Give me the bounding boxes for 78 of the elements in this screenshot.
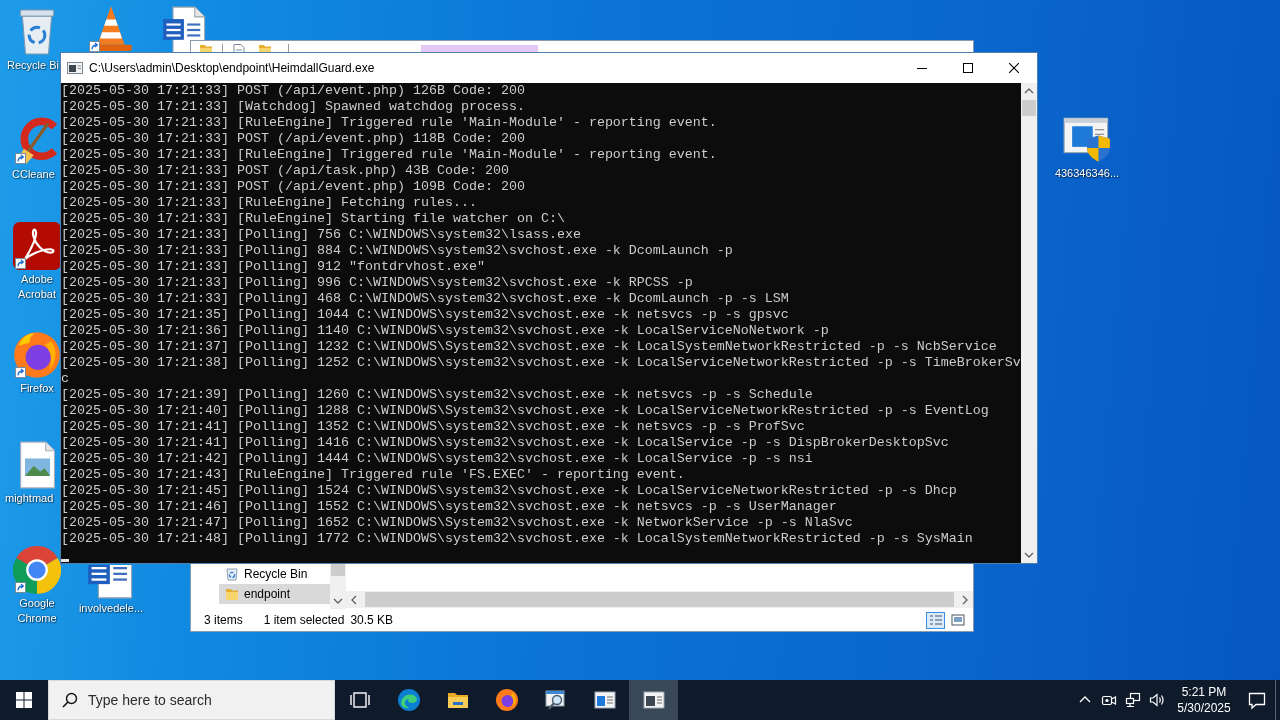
browser-icon[interactable]	[396, 688, 421, 712]
nav-item[interactable]: endpoint	[219, 584, 330, 604]
folder-icon	[225, 587, 239, 601]
console-line: [2025-05-30 17:21:38] [Polling] 1252 C:\WINDOWS\system32\svchost.exe -k LocalServiceNetworkRestricted -p -s TimeBrokerSv	[61, 355, 1021, 371]
console-line: [2025-05-30 17:21:33] POST (/api/event.php) 126B Code: 200	[61, 83, 525, 99]
desktop-icon-label[interactable]: mightmad	[5, 491, 54, 506]
console-line: [2025-05-30 17:21:45] [Polling] 1524 C:\WINDOWS\system32\svchost.exe -k LocalServiceNetworkRestricted -p -s Dhcp	[61, 483, 957, 499]
console-line: [2025-05-30 17:21:33] [RuleEngine] Fetching rules...	[61, 195, 477, 211]
desktop-icon-label[interactable]: 436346346...	[1054, 166, 1120, 181]
cursor-icon	[61, 559, 69, 562]
browser-icon[interactable]	[13, 331, 61, 379]
close-icon	[1009, 63, 1019, 73]
status-size: 30.5 KB	[350, 613, 394, 627]
console-line: [2025-05-30 17:21:33] [RuleEngine] Triggered rule 'Main-Module' - reporting event.	[61, 115, 717, 131]
console-line: [2025-05-30 17:21:33] [Polling] 912 "fontdrvhost.exe"	[61, 259, 485, 275]
scrollbar-thumb[interactable]	[365, 592, 954, 607]
horizontal-scrollbar[interactable]	[346, 591, 973, 608]
console-line: [2025-05-30 17:21:42] [Polling] 1444 C:\WINDOWS\system32\svchost.exe -k LocalService -p -s nsi	[61, 451, 813, 467]
console-window-icon[interactable]	[641, 688, 666, 712]
scrollbar-thumb[interactable]	[331, 564, 345, 576]
console-line: [2025-05-30 17:21:35] [Polling] 1044 C:\WINDOWS\system32\svchost.exe -k netsvcs -p -s gpsvc	[61, 307, 789, 323]
vertical-scrollbar[interactable]	[330, 564, 346, 609]
clock-time[interactable]: 5:21 PM	[1181, 684, 1227, 700]
magnifier-window-icon[interactable]	[543, 688, 568, 712]
search-input[interactable]: Type here to search	[88, 692, 328, 708]
windows-logo-icon	[16, 692, 32, 708]
console-line: [2025-05-30 17:21:33] [Polling] 756 C:\WINDOWS\system32\lsass.exe	[61, 227, 581, 243]
console-line: [2025-05-30 17:21:37] [Polling] 1232 C:\WINDOWS\System32\svchost.exe -k LocalSystemNetworkRestricted -p -s NcbService	[61, 339, 997, 355]
taskbar-app-button[interactable]	[629, 680, 678, 720]
notification-icon[interactable]	[1247, 690, 1267, 710]
network-icon[interactable]	[1125, 692, 1141, 708]
console-line: [2025-05-30 17:21:36] [Polling] 1140 C:\WINDOWS\system32\svchost.exe -k LocalServiceNoNetwork -p	[61, 323, 829, 339]
view-button[interactable]	[948, 611, 967, 629]
desktop-icon-label[interactable]: Firefox	[20, 381, 54, 396]
console-line: c	[61, 371, 69, 387]
nav-item[interactable]: Recycle Bin	[219, 564, 330, 584]
console-line: [2025-05-30 17:21:41] [Polling] 1416 C:\WINDOWS\system32\svchost.exe -k LocalService -p -s DispBrokerDesktopSvc	[61, 435, 949, 451]
status-selection: 1 item selected	[263, 613, 345, 627]
console-line: [2025-05-30 17:21:33] [Polling] 468 C:\WINDOWS\system32\svchost.exe -k DcomLaunch -p -s LSM	[61, 291, 789, 307]
browser-icon[interactable]	[494, 688, 519, 712]
desktop-icon-label[interactable]: Recycle Bi	[7, 58, 59, 73]
desktop-icon-label[interactable]: Google Chrome	[17, 596, 57, 626]
console-line: [2025-05-30 17:21:33] POST (/api/event.php) 109B Code: 200	[61, 179, 525, 195]
console-line: [2025-05-30 17:21:33] POST (/api/task.php) 43B Code: 200	[61, 163, 509, 179]
console-line: [2025-05-30 17:21:39] [Polling] 1260 C:\WINDOWS\system32\svchost.exe -k netsvcs -p -s Schedule	[61, 387, 813, 403]
window-icon[interactable]	[592, 688, 617, 712]
large-icons-view-icon	[950, 614, 965, 626]
view-button[interactable]	[926, 611, 945, 629]
desktop-icon-label[interactable]: involvedele...	[78, 601, 144, 616]
console-line: [2025-05-30 17:21:33] POST (/api/event.php) 118B Code: 200	[61, 131, 525, 147]
desktop-icon-label[interactable]: CCleane	[12, 167, 55, 182]
recycle-bin-icon	[225, 567, 239, 581]
console-line: [2025-05-30 17:21:33] [RuleEngine] Starting file watcher on C:\	[61, 211, 565, 227]
console-line: [2025-05-30 17:21:46] [Polling] 1552 C:\WINDOWS\system32\svchost.exe -k netsvcs -p -s UserManager	[61, 499, 837, 515]
search-icon	[62, 692, 78, 708]
desktop-icon-label[interactable]: Adobe Acrobat	[18, 272, 56, 302]
details-list-icon	[928, 614, 943, 626]
console-line: [2025-05-30 17:21:33] [Polling] 996 C:\WINDOWS\system32\svchost.exe -k RPCSS -p	[61, 275, 693, 291]
status-item-count: 3 items	[204, 613, 243, 627]
console-line: [2025-05-30 17:21:33] [RuleEngine] Triggered rule 'Main-Module' - reporting event.	[61, 147, 717, 163]
console-line: [2025-05-30 17:21:47] [Polling] 1652 C:\WINDOWS\System32\svchost.exe -k NetworkService -p -s NlaSvc	[61, 515, 853, 531]
volume-icon[interactable]	[1149, 692, 1165, 708]
console-icon	[67, 60, 83, 76]
window-title: C:\Users\admin\Desktop\endpoint\HeimdallGuard.exe	[89, 61, 375, 75]
browser-icon[interactable]	[13, 546, 61, 594]
vertical-scrollbar[interactable]	[1021, 83, 1037, 563]
search-field[interactable]: Type here to search	[48, 680, 335, 720]
console-line: [2025-05-30 17:21:33] [Polling] 884 C:\WINDOWS\system32\svchost.exe -k DcomLaunch -p	[61, 243, 733, 259]
console-line: [2025-05-30 17:21:40] [Polling] 1288 C:\WINDOWS\System32\svchost.exe -k LocalServiceNetworkRestricted -p -s EventLog	[61, 403, 989, 419]
console-line: [2025-05-30 17:21:33] [Watchdog] Spawned watchdog process.	[61, 99, 525, 115]
pdf-icon[interactable]	[13, 222, 61, 270]
shield-window-icon[interactable]	[1063, 116, 1111, 164]
console-line: [2025-05-30 17:21:48] [Polling] 1772 C:\WINDOWS\system32\svchost.exe -k LocalSystemNetworkRestricted -p -s SysMain	[61, 531, 973, 547]
scrollbar-thumb[interactable]	[1022, 100, 1036, 116]
console-line: [2025-05-30 17:21:43] [RuleEngine] Triggered rule 'FS.EXEC' - reporting event.	[61, 467, 685, 483]
clock-date[interactable]: 5/30/2025	[1177, 700, 1231, 716]
maximize-icon	[963, 63, 973, 73]
console-line: [2025-05-30 17:21:41] [Polling] 1352 C:\WINDOWS\system32\svchost.exe -k netsvcs -p -s ProfSvc	[61, 419, 805, 435]
